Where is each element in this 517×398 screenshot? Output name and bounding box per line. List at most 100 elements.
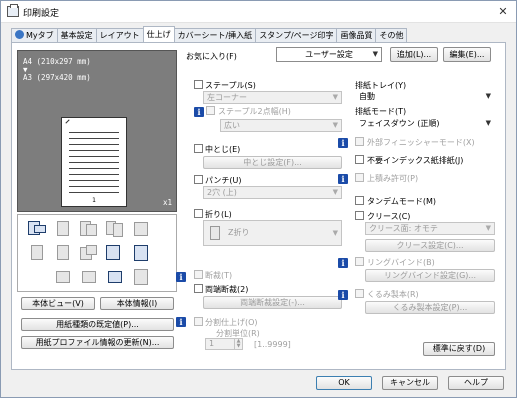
stack-allow-label: 上積み許可(P) [367,174,419,183]
punch-select[interactable]: 2穴 (上) ▼ [203,186,342,199]
crease-settings-button[interactable]: クリース設定(C)... [365,239,495,252]
output-tray-select[interactable]: 自動 ▼ [355,90,495,103]
wrap-bind-checkbox[interactable] [355,289,364,298]
tandem-label: タンデムモード(M) [367,197,436,206]
help-button[interactable]: ヘルプ [448,376,504,390]
chevron-down-icon: ▼ [485,224,491,232]
crease-value: クリース面: オモテ [369,224,438,233]
reset-defaults-button[interactable]: 標準に戻す(D) [423,342,495,356]
external-finisher-label: 外部フィニッシャーモード(X) [367,138,475,147]
split-finish-checkbox[interactable] [194,317,203,326]
text-line [69,174,119,175]
paper-default-button[interactable]: 用紙種類の既定値(P)... [21,318,174,331]
text-line [69,156,119,157]
external-finisher-checkbox[interactable] [355,137,364,146]
punch-label: パンチ(U) [205,176,242,185]
fold-checkbox[interactable] [194,209,203,218]
tab-other[interactable]: その他 [375,28,408,42]
output-tray-value: 自動 [359,92,375,101]
booklet-function-icon[interactable] [80,221,98,237]
center-fold-checkbox[interactable] [194,144,203,153]
cancel-button[interactable]: キャンセル [382,376,438,390]
staple-position-select[interactable]: 左コーナー ▼ [203,91,342,104]
staple-checkbox[interactable] [194,80,203,89]
punch-checkbox[interactable] [194,175,203,184]
page-number: 1 [92,197,96,204]
text-line [69,162,119,163]
edit-favorite-button[interactable]: 編集(E)... [443,47,491,62]
staple-position-value: 左コーナー [207,93,247,102]
output-mode-label: 排紙モード(T) [355,107,407,116]
stack-allow-checkbox[interactable] [355,173,364,182]
info-icon[interactable]: i [338,174,348,184]
printer-app-icon [7,4,19,17]
main-info-button[interactable]: 本体情報(I) [100,297,174,310]
window-title: 印刷設定 [23,9,60,19]
info-icon[interactable]: i [338,138,348,148]
index-discharge-checkbox[interactable] [355,155,364,164]
info-icon[interactable]: i [338,258,348,268]
text-line [69,150,119,151]
both-ends-cut-checkbox[interactable] [194,284,203,293]
crease-function-icon[interactable] [54,269,72,285]
stamp-function-icon[interactable] [80,269,98,285]
duplex-function-icon[interactable] [106,221,124,237]
fold-function-icon[interactable] [54,245,72,261]
function-icon-panel [17,214,177,292]
tab-image-quality[interactable]: 画像品質 [336,28,377,42]
dialog-client: Myタブ 基本設定 レイアウト 仕上げ カバーシート/挿入紙 スタンプ/ページ印… [1,23,516,397]
cut-checkbox[interactable] [194,270,203,279]
crease-select[interactable]: クリース面: オモテ ▼ [365,222,495,235]
ring-binder-checkbox[interactable] [355,257,364,266]
add-favorite-button[interactable]: 追加(L)... [390,47,438,62]
tab-cover-insert[interactable]: カバーシート/挿入紙 [173,28,257,42]
paper-profile-update-button[interactable]: 用紙プロファイル情報の更新(N)... [21,336,174,349]
insert-function-icon[interactable] [80,245,98,261]
staple-width-select[interactable]: 広い ▼ [220,119,342,132]
both-ends-cut-settings-button[interactable]: 両端断裁設定(-)... [203,296,342,309]
tab-basic[interactable]: 基本設定 [56,28,97,42]
crease-checkbox[interactable] [355,211,364,220]
info-icon[interactable]: i [176,317,186,327]
center-fold-settings-button[interactable]: 中とじ設定(F)... [203,156,342,169]
center-fold-label: 中とじ(E) [205,145,241,154]
tab-finishing[interactable]: 仕上げ [142,26,175,42]
staple-two-point-checkbox[interactable] [206,106,215,115]
output-mode-select[interactable]: フェイスダウン (正順) ▼ [355,117,495,130]
favorites-label: お気に入り(F) [186,52,237,61]
staple-function-icon[interactable] [28,221,46,237]
ring-binder-settings-button[interactable]: リングバインド設定(G)... [365,269,495,282]
ok-button[interactable]: OK [316,376,372,390]
zfold-function-icon[interactable] [132,245,150,261]
info-icon[interactable]: i [338,290,348,300]
tandem-checkbox[interactable] [355,196,364,205]
wrap-function-icon[interactable] [106,269,124,285]
ring-function-icon[interactable] [132,269,150,285]
info-icon[interactable]: i [176,272,186,282]
tab-label: Myタブ [26,31,54,40]
close-icon[interactable]: ✕ [496,5,510,19]
wrap-bind-label: くるみ製本(R) [367,290,419,299]
favorites-select[interactable]: ユーザー設定 ▼ [276,47,382,62]
tab-mytab[interactable]: Myタブ [11,28,58,42]
wrap-bind-settings-button[interactable]: くるみ製本設定(P)... [365,301,495,314]
cover-function-icon[interactable] [132,221,150,237]
tab-stamp[interactable]: スタンプ/ページ印字 [255,28,338,42]
main-view-button[interactable]: 本体ビュー(V) [21,297,95,310]
fold-value: Z折り [228,228,250,237]
split-unit-stepper[interactable]: 1 ▲ ▼ [205,338,243,350]
layout-function-icon[interactable] [28,245,46,261]
text-line [69,186,119,187]
info-icon[interactable]: i [194,107,204,117]
crease-label: クリース(C) [367,212,411,221]
split-range-label: [1..9999] [254,340,291,349]
punch-function-icon[interactable] [54,221,72,237]
fold-select[interactable]: Z折り ▼ [203,220,342,246]
print-settings-window: 印刷設定 ✕ Myタブ 基本設定 レイアウト 仕上げ カバーシート/挿入紙 スタ… [0,0,517,398]
fold-label: 折り(L) [205,210,232,219]
tab-layout[interactable]: レイアウト [95,28,144,42]
split-finish-label: 分割仕上げ(O) [205,318,258,327]
tray-function-icon[interactable] [106,245,124,261]
copies-count: x1 [162,198,172,207]
chevron-down-icon: ▼ [332,188,338,196]
